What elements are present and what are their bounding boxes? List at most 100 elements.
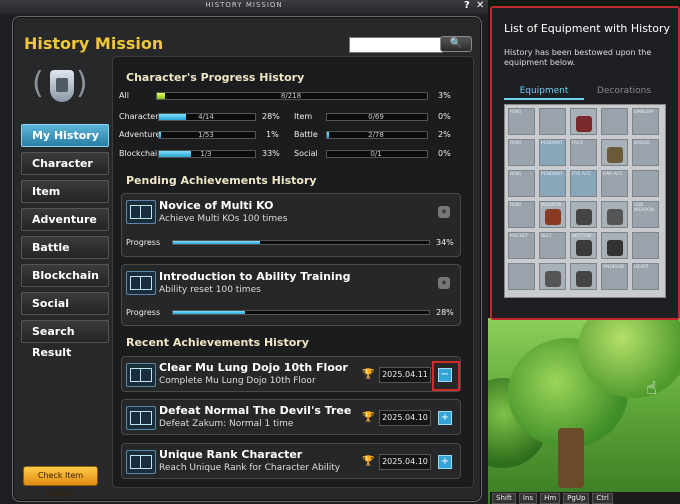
- equip-slot-empty[interactable]: [508, 263, 535, 290]
- progress-section-title: Character's Progress History: [126, 71, 305, 84]
- equip-slot-empty[interactable]: [632, 232, 659, 259]
- check-item-history-button[interactable]: Check Item History: [23, 466, 98, 498]
- page-title: History Mission: [24, 34, 164, 53]
- key-ctrl[interactable]: Ctrl: [592, 492, 613, 504]
- achievement-name: Defeat Normal The Devil's Tree: [159, 404, 352, 417]
- close-button[interactable]: ✕: [476, 0, 484, 11]
- favorite-star-icon[interactable]: ★: [438, 277, 450, 289]
- history-mission-window: HISTORY MISSION ? ✕ History Mission 🔍 ( …: [0, 0, 488, 504]
- equip-slot-sub-weapon[interactable]: SUB WEAPON: [632, 201, 659, 228]
- equip-slot-ring[interactable]: RING: [508, 170, 535, 197]
- equip-slot-ear-acc[interactable]: EAR ACC: [601, 170, 628, 197]
- equip-slot-empty[interactable]: [570, 263, 597, 290]
- sidebar-nav: My History Character Item Adventure Batt…: [21, 124, 109, 359]
- tree-trunk: [558, 428, 584, 488]
- equipment-item-icon: [545, 271, 561, 287]
- tab-equipment[interactable]: Equipment: [504, 84, 584, 100]
- book-icon: [126, 450, 156, 474]
- window-title: HISTORY MISSION: [205, 1, 283, 9]
- equip-slot-ring[interactable]: RING: [508, 201, 535, 228]
- search-button[interactable]: 🔍: [440, 36, 472, 52]
- sidebar-item-social[interactable]: Social: [21, 292, 109, 315]
- equip-slot-empty[interactable]: [570, 108, 597, 135]
- equip-slot-heart[interactable]: HEART: [632, 263, 659, 290]
- achievement-date: 2025.04.10: [379, 454, 431, 470]
- recent-achievement-card[interactable]: Unique Rank Character Reach Unique Rank …: [121, 443, 461, 479]
- progress-character-value: 4/14: [198, 113, 214, 121]
- equipment-tabs: Equipment Decorations: [504, 84, 664, 100]
- equip-slot-empty[interactable]: [539, 263, 566, 290]
- expand-button[interactable]: +: [438, 411, 452, 425]
- equip-slot-bottom[interactable]: BOTTOM: [570, 232, 597, 259]
- history-medal-icon: ( ): [32, 66, 88, 102]
- sidebar-item-adventure[interactable]: Adventure: [21, 208, 109, 231]
- equip-slot-badge[interactable]: BADGE: [632, 139, 659, 166]
- equip-slot-empty[interactable]: [632, 170, 659, 197]
- equip-slot-belt[interactable]: BELT: [539, 232, 566, 259]
- progress-social-pct: 0%: [438, 149, 451, 158]
- book-icon: [126, 363, 156, 387]
- key-ins[interactable]: Ins: [518, 492, 538, 504]
- highlight-box: [432, 361, 460, 391]
- equipment-history-window: List of Equipment with History History h…: [490, 6, 680, 320]
- equip-slot-android[interactable]: ANDROID: [601, 263, 628, 290]
- key-hm[interactable]: Hm: [540, 492, 561, 504]
- sidebar-item-blockchain[interactable]: Blockchain: [21, 264, 109, 287]
- tab-decorations[interactable]: Decorations: [584, 84, 664, 98]
- equipment-desc: History has been bestowed upon the equip…: [504, 48, 652, 67]
- equip-slot-empty[interactable]: [601, 201, 628, 228]
- pending-achievement-card[interactable]: Introduction to Ability Training Ability…: [121, 264, 461, 326]
- hand-cursor-icon: ☝: [646, 378, 657, 399]
- equip-slot-pocket[interactable]: POCKET: [508, 232, 535, 259]
- title-bar[interactable]: HISTORY MISSION ? ✕: [0, 0, 488, 14]
- sidebar-item-battle[interactable]: Battle: [21, 236, 109, 259]
- key-shift[interactable]: Shift: [492, 492, 516, 504]
- progress-adventure-label: Adventure: [119, 130, 161, 139]
- recent-achievement-card[interactable]: Clear Mu Lung Dojo 10th Floor Complete M…: [121, 356, 461, 392]
- trophy-icon: 🏆: [362, 412, 375, 423]
- equip-slot-emblem[interactable]: EMBLEM: [632, 108, 659, 135]
- equip-slot-face[interactable]: FACE: [570, 139, 597, 166]
- trophy-icon: 🏆: [362, 369, 375, 380]
- search-icon: 🔍: [449, 38, 463, 49]
- equip-slot-ring[interactable]: RING: [508, 139, 535, 166]
- equip-slot-empty[interactable]: [570, 201, 597, 228]
- key-pgup[interactable]: PgUp: [563, 492, 590, 504]
- achievement-date: 2025.04.10: [379, 410, 431, 426]
- equip-slot-pendant[interactable]: PENDANT: [539, 170, 566, 197]
- equip-slot-ring[interactable]: RING: [508, 108, 535, 135]
- progress-battle-pct: 2%: [438, 130, 451, 139]
- expand-button[interactable]: +: [438, 455, 452, 469]
- sidebar-item-character[interactable]: Character: [21, 152, 109, 175]
- achievement-name: Novice of Multi KO: [159, 199, 274, 212]
- progress-character-label: Character: [119, 112, 159, 121]
- equip-slot-empty[interactable]: [601, 232, 628, 259]
- recent-achievement-card[interactable]: Defeat Normal The Devil's Tree Defeat Za…: [121, 399, 461, 435]
- progress-all-value: 8/218: [280, 92, 302, 100]
- equip-slot-empty[interactable]: [539, 108, 566, 135]
- progress-all-label: All: [119, 91, 129, 100]
- equip-slot-pendant[interactable]: PENDANT: [539, 139, 566, 166]
- progress-pct: 28%: [436, 308, 454, 317]
- progress-item-value: 0/69: [368, 113, 384, 121]
- favorite-star-icon[interactable]: ★: [438, 206, 450, 218]
- progress-battle-label: Battle: [294, 130, 318, 139]
- achievement-name: Introduction to Ability Training: [159, 270, 351, 283]
- equip-slot-empty[interactable]: [601, 139, 628, 166]
- equip-slot-empty[interactable]: [601, 108, 628, 135]
- equip-slot-weapon[interactable]: WEAPON: [539, 201, 566, 228]
- help-button[interactable]: ?: [464, 0, 470, 11]
- search-input[interactable]: [349, 37, 443, 53]
- achievement-desc: Achieve Multi KOs 100 times: [159, 214, 288, 224]
- sidebar-item-my-history[interactable]: My History: [21, 124, 109, 147]
- progress-social-value: 0/1: [370, 150, 382, 158]
- equip-slot-eye-acc[interactable]: EYE ACC: [570, 170, 597, 197]
- sidebar-item-search-result[interactable]: Search Result: [21, 320, 109, 359]
- progress-pct: 34%: [436, 238, 454, 247]
- sidebar-item-item[interactable]: Item: [21, 180, 109, 203]
- achievement-date: 2025.04.11: [379, 367, 431, 383]
- pending-achievement-card[interactable]: Novice of Multi KO Achieve Multi KOs 100…: [121, 193, 461, 257]
- quickslot-bar: Shift Ins Hm PgUp Ctrl: [490, 492, 680, 504]
- equipment-item-icon: [576, 271, 592, 287]
- progress-battle-value: 2/78: [368, 131, 384, 139]
